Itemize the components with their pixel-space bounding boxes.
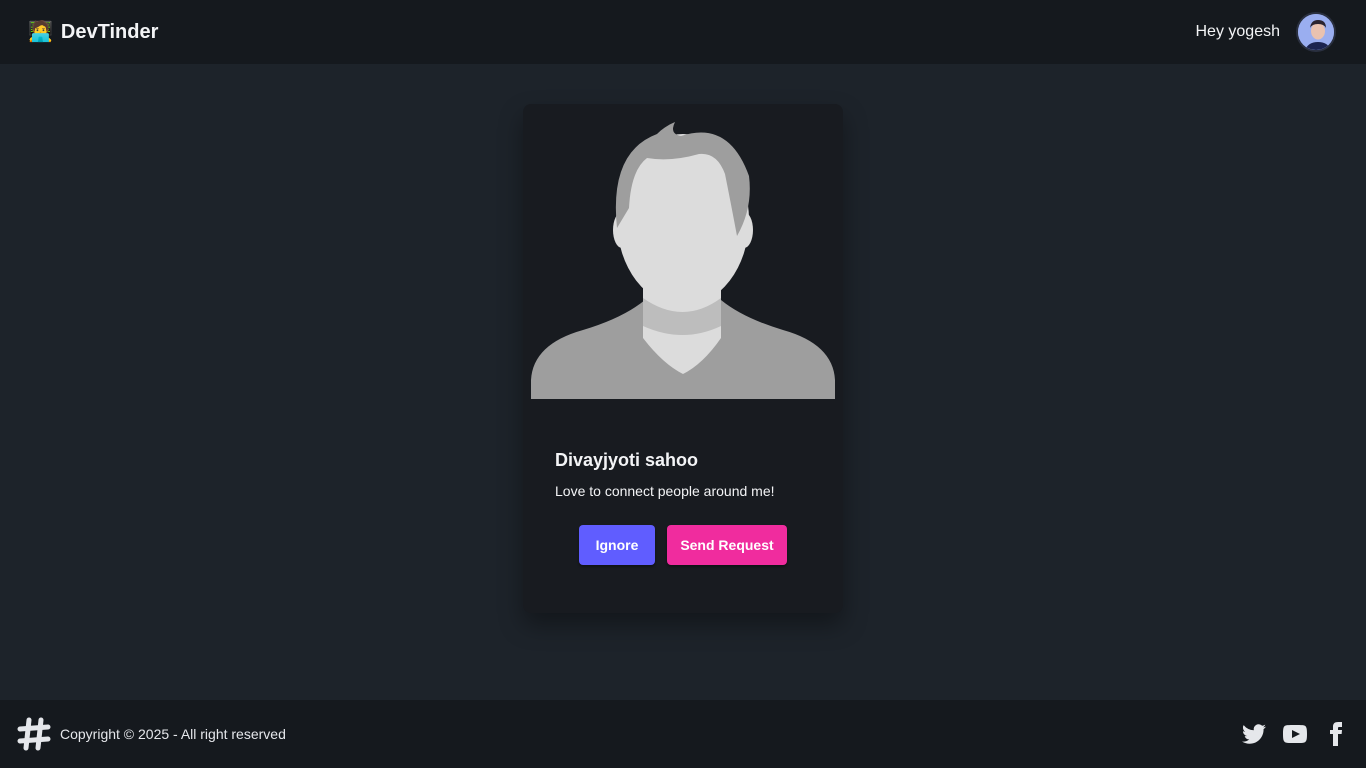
user-menu: Hey yogesh <box>1195 12 1336 52</box>
profile-photo <box>531 112 835 399</box>
brand-link[interactable]: 🧑‍💻 DevTinder <box>28 21 158 44</box>
profile-card: Divayjyoti sahoo Love to connect people … <box>523 104 843 613</box>
youtube-icon <box>1283 724 1307 744</box>
brand-name: DevTinder <box>60 20 159 43</box>
social-links <box>1242 722 1348 746</box>
facebook-link[interactable] <box>1324 722 1348 746</box>
profile-name: Divayjyoti sahoo <box>555 450 699 470</box>
footer: Copyright © 2025 - All right reserved <box>0 700 1366 768</box>
footer-left: Copyright © 2025 - All right reserved <box>16 716 286 752</box>
user-avatar[interactable] <box>1296 12 1336 52</box>
profile-about: Love to connect people around me! <box>555 483 775 499</box>
ignore-button[interactable]: Ignore <box>579 525 655 565</box>
navbar: 🧑‍💻 DevTinder Hey yogesh <box>0 0 1366 64</box>
person-silhouette-icon <box>531 112 835 399</box>
twitter-icon <box>1242 724 1266 744</box>
send-request-button[interactable]: Send Request <box>667 525 787 565</box>
hashtag-logo-icon <box>17 717 51 751</box>
user-photo-icon <box>1298 14 1334 50</box>
copyright-text: Copyright © 2025 - All right reserved <box>60 726 286 742</box>
developer-emoji-icon: 🧑‍💻 <box>28 21 53 43</box>
facebook-icon <box>1330 722 1342 746</box>
youtube-link[interactable] <box>1282 722 1308 746</box>
user-greeting: Hey yogesh <box>1195 23 1281 40</box>
twitter-link[interactable] <box>1242 722 1266 746</box>
